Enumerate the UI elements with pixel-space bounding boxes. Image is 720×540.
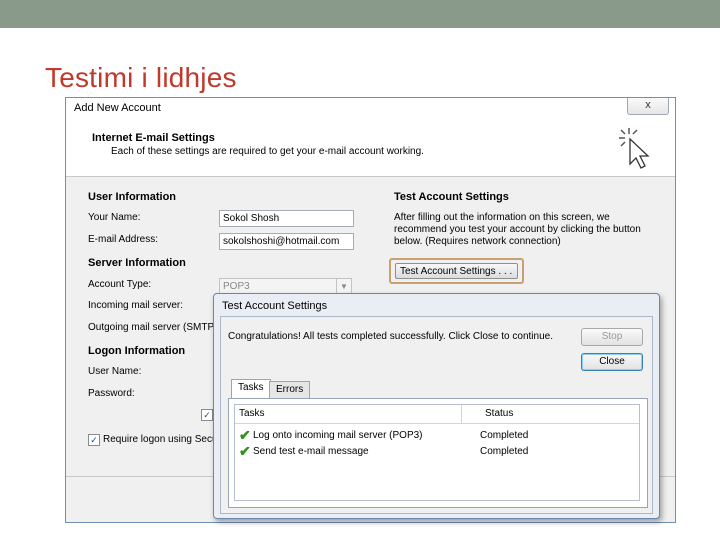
- username-label: User Name:: [88, 366, 142, 377]
- click-cursor-icon: [619, 128, 650, 169]
- tasks-panel: Tasks Status ✔ Log onto incoming mail se…: [228, 398, 648, 508]
- account-type-label: Account Type:: [88, 279, 152, 290]
- dialog-titlebar: Add New Account x: [66, 98, 675, 120]
- tab-tasks[interactable]: Tasks: [231, 379, 271, 398]
- user-info-heading: User Information: [88, 191, 177, 203]
- your-name-input[interactable]: Sokol Shosh: [219, 210, 354, 227]
- remember-password-checkbox[interactable]: ✓: [201, 409, 213, 421]
- header-title: Internet E-mail Settings: [92, 132, 215, 144]
- tasks-list: Tasks Status ✔ Log onto incoming mail se…: [234, 404, 640, 501]
- test-settings-description: After filling out the information on thi…: [394, 212, 641, 247]
- incoming-server-label: Incoming mail server:: [88, 300, 184, 311]
- your-name-label: Your Name:: [88, 212, 141, 223]
- task-status: Completed: [480, 446, 529, 457]
- task-status: Completed: [480, 430, 529, 441]
- chevron-down-icon: ▼: [336, 279, 351, 294]
- account-type-value: POP3: [223, 281, 250, 292]
- tasks-list-header: Tasks Status: [235, 405, 639, 424]
- table-row: ✔ Log onto incoming mail server (POP3) C…: [235, 427, 639, 444]
- column-header-tasks[interactable]: Tasks: [239, 408, 265, 419]
- dialog-header: Internet E-mail Settings Each of these s…: [66, 120, 675, 177]
- header-description: Each of these settings are required to g…: [111, 146, 424, 157]
- checkmark-icon: ✔: [239, 443, 251, 459]
- logon-info-heading: Logon Information: [88, 345, 186, 357]
- test-account-settings-button[interactable]: Test Account Settings . . .: [395, 263, 518, 279]
- tab-errors[interactable]: Errors: [269, 381, 311, 398]
- slide-title: Testimi i lidhjes: [45, 62, 237, 93]
- server-info-heading: Server Information: [88, 257, 186, 269]
- outgoing-server-label: Outgoing mail server (SMTP):: [88, 322, 221, 333]
- column-header-status[interactable]: Status: [485, 408, 513, 419]
- test-account-settings-popup: Test Account Settings Congratulations! A…: [213, 293, 660, 519]
- checkmark-icon: ✔: [239, 427, 251, 443]
- table-row: ✔ Send test e-mail message Completed: [235, 443, 639, 460]
- task-name: Log onto incoming mail server (POP3): [253, 430, 423, 441]
- popup-message: Congratulations! All tests completed suc…: [228, 331, 553, 342]
- task-name: Send test e-mail message: [253, 446, 369, 457]
- popup-title: Test Account Settings: [222, 300, 328, 312]
- email-label: E-mail Address:: [88, 234, 159, 245]
- email-input[interactable]: sokolshoshi@hotmail.com: [219, 233, 354, 250]
- column-divider: [461, 405, 462, 423]
- close-button[interactable]: Close: [581, 353, 643, 371]
- require-logon-label: Require logon using Secure: [103, 434, 227, 445]
- popup-body: Congratulations! All tests completed suc…: [220, 316, 653, 514]
- test-settings-heading: Test Account Settings: [394, 191, 509, 203]
- stop-button[interactable]: Stop: [581, 328, 643, 346]
- dialog-close-button[interactable]: x: [627, 98, 669, 115]
- password-label: Password:: [88, 388, 135, 399]
- test-button-highlight: Test Account Settings . . .: [389, 258, 524, 284]
- slide-top-bar: [0, 0, 720, 28]
- dialog-title: Add New Account: [74, 102, 161, 114]
- require-logon-checkbox[interactable]: ✓: [88, 434, 100, 446]
